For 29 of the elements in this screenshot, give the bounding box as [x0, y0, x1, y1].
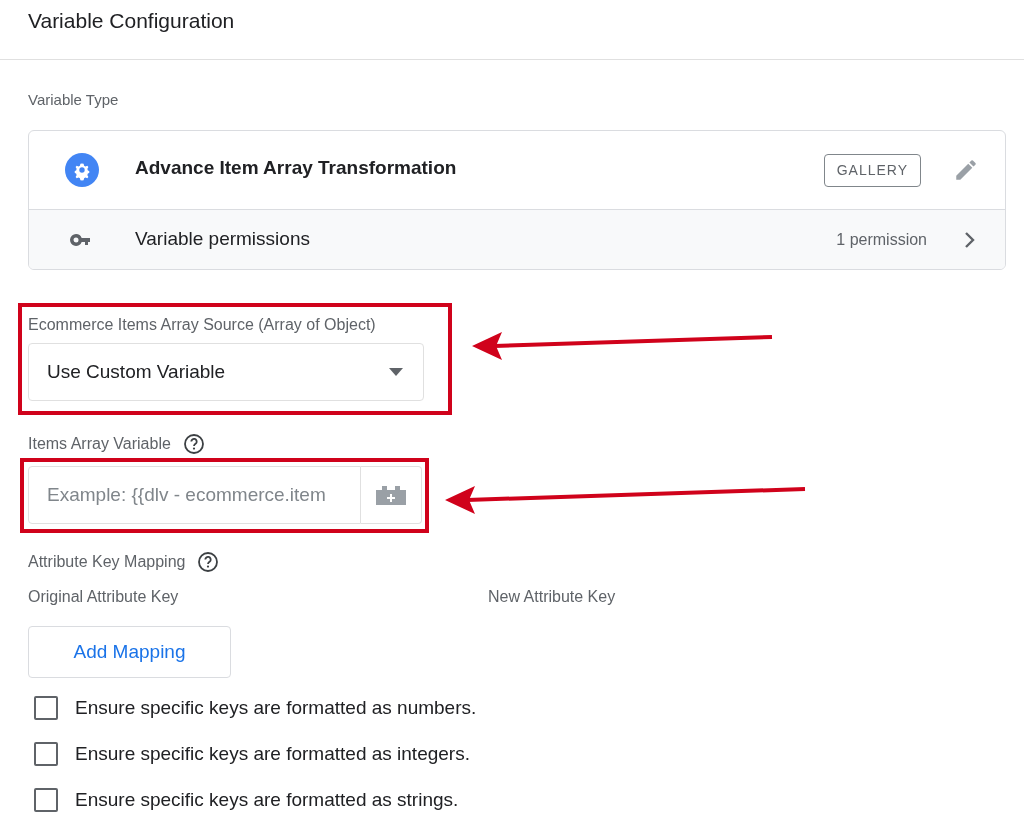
- column-header: New Attribute Key: [488, 587, 617, 607]
- help-icon[interactable]: [197, 551, 220, 573]
- key-icon: [69, 232, 93, 247]
- checkbox[interactable]: [34, 788, 58, 812]
- checkbox[interactable]: [34, 696, 58, 720]
- chevron-right-icon[interactable]: [963, 230, 975, 249]
- checkbox[interactable]: [34, 742, 58, 766]
- section-label: Variable Type: [27, 90, 120, 110]
- input-field[interactable]: Example: {{dlv - ecommerce.item: [28, 466, 361, 524]
- column-header: Original Attribute Key: [28, 587, 180, 607]
- option-label: Ensure specific keys are formatted as numbers.: [75, 695, 477, 720]
- page-title: Variable Configuration: [0, 0, 1024, 60]
- settings-icon: [65, 153, 99, 187]
- add-variable-button[interactable]: [361, 466, 422, 524]
- select-field[interactable]: Use Custom Variable: [28, 343, 424, 401]
- field-label: Items Array Variable: [28, 434, 171, 454]
- permissions-label: Variable permissions: [135, 227, 311, 252]
- permissions-count: 1 permission: [836, 229, 927, 250]
- help-icon[interactable]: [182, 433, 205, 455]
- field-label: Attribute Key Mapping: [28, 552, 186, 572]
- add-mapping-button[interactable]: Add Mapping: [28, 626, 231, 678]
- field-label: Ecommerce Items Array Source (Array of Object): [28, 315, 377, 335]
- option-label: Ensure specific keys are formatted as integers.: [75, 741, 470, 766]
- edit-icon[interactable]: [953, 157, 979, 183]
- variable-type-name: Advance Item Array Transformation: [135, 156, 458, 181]
- gallery-button[interactable]: GALLERY: [823, 153, 921, 187]
- add-variable-icon: [374, 485, 408, 505]
- dropdown-caret-icon: [389, 368, 403, 376]
- option-label: Ensure specific keys are formatted as strings.: [75, 787, 459, 812]
